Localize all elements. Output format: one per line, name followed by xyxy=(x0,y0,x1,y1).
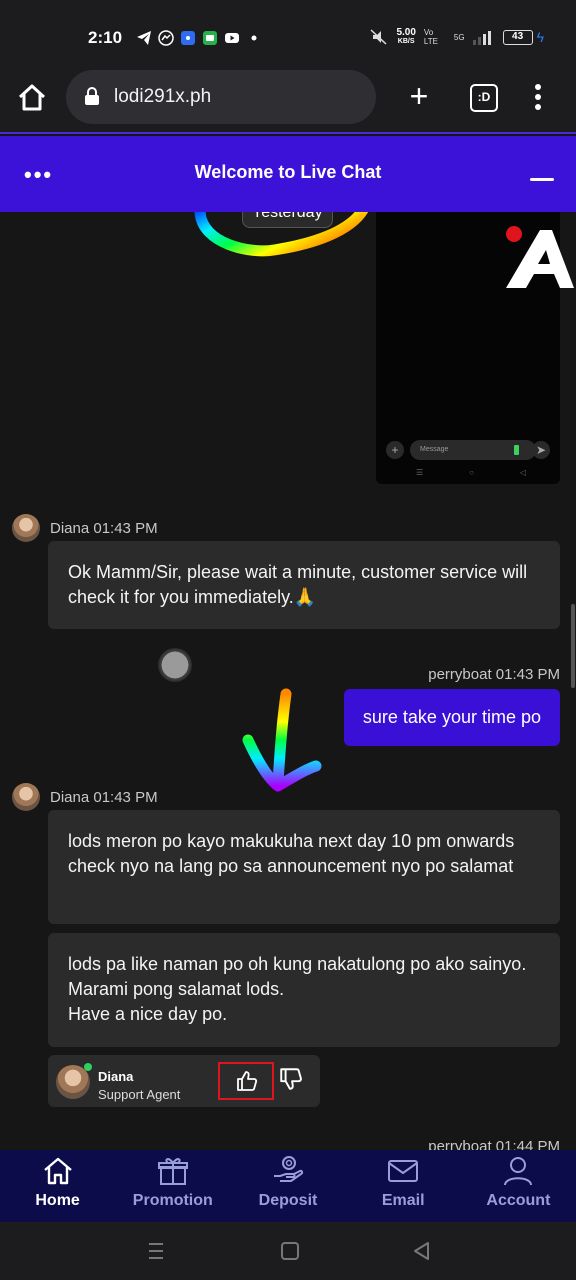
nav-home-label: Home xyxy=(35,1192,80,1209)
screenshot-back-icon: ◁ xyxy=(519,468,526,477)
agent-message-header: Diana 01:43 PM xyxy=(12,514,158,542)
charging-icon: ϟ xyxy=(536,29,544,45)
radio-app-icon xyxy=(181,31,195,45)
telegram-icon xyxy=(137,31,151,45)
agent-name-time: Diana 01:43 PM xyxy=(50,788,158,806)
screenshot-recents-icon: ☰ xyxy=(416,468,424,477)
chat-title: Welcome to Live Chat xyxy=(194,162,382,182)
thumbs-up-icon xyxy=(237,1071,258,1091)
screenshot-send-icon: ➤ xyxy=(532,441,550,459)
system-status: 5.00 KB/S Vo LTE 5G 43 ϟ xyxy=(370,28,544,46)
screenshot-message-bar: + Message ➤ xyxy=(386,440,550,462)
screenshot-sim-icon xyxy=(514,445,519,455)
overlay-logo-icon xyxy=(506,226,574,288)
agent-rating-card: Diana Support Agent xyxy=(48,1055,320,1107)
agent-message-bubble: Ok Mamm/Sir, please wait a minute, custo… xyxy=(48,541,560,629)
status-bar: 2:10 5.00 KB/S Vo LTE 5G 43 ϟ xyxy=(0,0,576,60)
nav-account[interactable]: Account xyxy=(461,1150,576,1222)
agent-avatar xyxy=(12,783,40,811)
floating-assistive-dot[interactable] xyxy=(158,648,192,682)
home-square-icon[interactable] xyxy=(278,1240,302,1262)
agent-avatar xyxy=(12,514,40,542)
battery-indicator: 43 xyxy=(502,29,533,45)
date-divider: Yesterday xyxy=(242,212,333,228)
screenshot-home-icon: ○ xyxy=(469,468,474,477)
rating-agent-name: Diana xyxy=(98,1069,134,1084)
nav-promotion[interactable]: Promotion xyxy=(115,1150,230,1222)
new-tab-button[interactable]: + xyxy=(404,80,434,112)
thumbs-up-button[interactable] xyxy=(218,1062,274,1100)
speed-unit: KB/S xyxy=(397,38,415,45)
agent-name-time: Diana 01:43 PM xyxy=(50,519,158,537)
browser-toolbar: lodi291x.ph + :D xyxy=(0,60,576,134)
thumbs-down-button[interactable] xyxy=(278,1065,304,1093)
notification-icons xyxy=(136,30,262,46)
nav-home[interactable]: Home xyxy=(0,1150,115,1222)
agent-message-header: Diana 01:43 PM xyxy=(12,783,158,811)
system-navigation-bar xyxy=(0,1222,576,1280)
nav-email-label: Email xyxy=(381,1192,425,1209)
messenger-icon xyxy=(158,30,174,46)
signal-5g-label: 5G xyxy=(453,32,465,42)
nav-deposit-label: Deposit xyxy=(258,1192,318,1209)
screenshot-add-icon: + xyxy=(386,441,404,459)
chat-app-icon xyxy=(203,31,217,45)
nav-promotion-label: Promotion xyxy=(132,1192,213,1209)
home-icon[interactable] xyxy=(16,82,48,114)
nav-deposit[interactable]: Deposit xyxy=(230,1150,345,1222)
gift-icon xyxy=(157,1158,188,1185)
network-speed: 5.00 KB/S xyxy=(396,28,415,46)
rainbow-arrow-annotation xyxy=(242,688,322,792)
message-line: lods pa like naman po oh kung nakatulong… xyxy=(68,954,527,999)
bottom-navigation: Home Promotion Deposit Email Account xyxy=(0,1150,576,1222)
nav-account-label: Account xyxy=(486,1192,551,1209)
lock-icon xyxy=(85,87,99,105)
chat-messages[interactable]: + Message ➤ ☰ ○ ◁ Yesterday Diana 01:43 … xyxy=(0,212,576,1150)
agent-message-bubble: lods pa like naman po oh kung nakatulong… xyxy=(48,933,560,1047)
agent-message-bubble: lods meron po kayo makukuha next day 10 … xyxy=(48,810,560,924)
more-notifications-dot-icon xyxy=(251,35,257,41)
volte-label: Vo LTE xyxy=(423,28,438,46)
mute-icon xyxy=(370,29,387,45)
user-name-time: perryboat 01:44 PM xyxy=(428,1138,560,1150)
envelope-icon xyxy=(388,1160,419,1182)
nav-email[interactable]: Email xyxy=(346,1150,461,1222)
address-bar[interactable]: lodi291x.ph xyxy=(66,70,376,124)
url-text: lodi291x.ph xyxy=(114,86,212,107)
online-status-dot xyxy=(84,1063,92,1071)
home-icon xyxy=(43,1157,72,1185)
user-icon xyxy=(504,1157,533,1186)
user-name-time: perryboat 01:43 PM xyxy=(428,666,560,683)
speed-value: 5.00 xyxy=(396,27,416,38)
user-message-bubble: sure take your time po xyxy=(343,689,560,746)
more-menu-icon[interactable] xyxy=(528,82,548,112)
screenshot-nav-row: ☰ ○ ◁ xyxy=(416,468,526,477)
back-icon[interactable] xyxy=(410,1240,434,1262)
chat-header: ••• Welcome to Live Chat xyxy=(0,136,576,212)
message-line: Have a nice day po. xyxy=(68,1004,228,1024)
minimize-chat-button[interactable] xyxy=(530,178,554,181)
rating-agent-role: Support Agent xyxy=(98,1087,181,1102)
signal-bars-icon xyxy=(472,31,491,45)
recents-icon[interactable] xyxy=(144,1240,168,1262)
status-time: 2:10 xyxy=(88,28,123,47)
tab-switcher-button[interactable]: :D xyxy=(470,84,498,112)
chat-scrollbar[interactable] xyxy=(571,604,575,688)
deposit-hand-coin-icon xyxy=(274,1156,304,1182)
youtube-icon xyxy=(225,33,239,43)
